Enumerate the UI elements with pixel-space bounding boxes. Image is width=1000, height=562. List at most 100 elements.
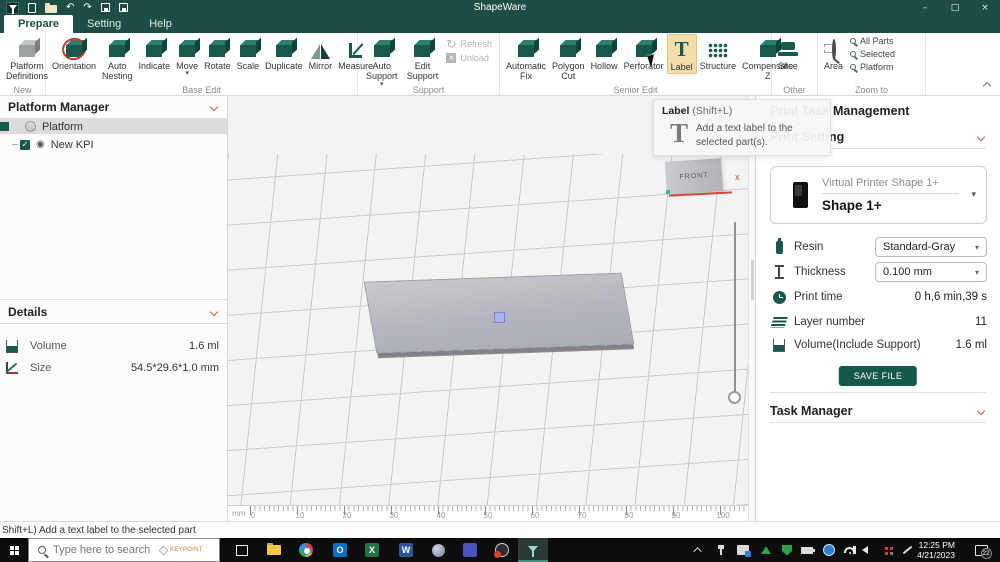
scale-button[interactable]: Scale	[234, 34, 263, 72]
tray-snip[interactable]	[734, 538, 752, 562]
zoom-platform-button[interactable]: Platform	[850, 62, 895, 72]
tray-upload[interactable]	[757, 538, 775, 562]
undo-icon[interactable]: ↶	[66, 2, 74, 14]
open-file-icon[interactable]	[45, 5, 57, 13]
status-bar: Shift+L) Add a text label to the selecte…	[0, 521, 1000, 538]
details-header[interactable]: Details	[0, 301, 227, 324]
outlook-button[interactable]: O	[326, 538, 354, 562]
start-button[interactable]	[0, 538, 28, 562]
eye-icon[interactable]: ◉	[36, 139, 45, 150]
model-selection-handle[interactable]	[494, 312, 505, 323]
tray-volume[interactable]	[856, 538, 874, 562]
label-button[interactable]: T Label	[667, 34, 697, 74]
splitter-handle[interactable]	[751, 260, 754, 300]
perforator-button[interactable]: Perforator	[621, 34, 667, 72]
tree-row-platform[interactable]: Platform	[0, 119, 227, 134]
view-cube[interactable]: FRONT	[665, 158, 723, 195]
save-icon[interactable]	[101, 3, 110, 12]
move-caret-icon[interactable]: ▾	[185, 71, 189, 76]
area-zoom-button[interactable]: Area	[821, 34, 846, 72]
save-all-icon[interactable]	[119, 3, 128, 12]
excel-button[interactable]: X	[358, 538, 386, 562]
rotate-button[interactable]: Rotate	[201, 34, 234, 72]
tray-sync-app[interactable]	[820, 538, 838, 562]
tray-expand-button[interactable]	[690, 538, 708, 562]
battery-icon	[801, 547, 813, 554]
ruler-label: 60	[531, 511, 540, 520]
viewport-3d[interactable]: FRONT x mm 0 10 20 30 40 50 60 70 80 90 …	[228, 96, 748, 521]
maximize-button[interactable]: □	[940, 0, 970, 15]
tray-antivirus[interactable]	[778, 538, 796, 562]
panel-splitter[interactable]	[748, 96, 755, 521]
printer-name: Virtual Printer Shape 1+	[822, 177, 959, 194]
mirror-button[interactable]: Mirror	[306, 34, 336, 72]
tray-battery[interactable]	[798, 538, 816, 562]
z-height-knob[interactable]	[728, 391, 741, 404]
hollow-icon	[596, 45, 612, 57]
taskbar-clock[interactable]: 12:25 PM 4/21/2023	[917, 540, 955, 560]
tab-setting[interactable]: Setting	[73, 15, 135, 33]
chevron-down-icon[interactable]	[210, 308, 218, 316]
word-button[interactable]: W	[392, 538, 420, 562]
indicate-button[interactable]: Indicate	[136, 34, 174, 72]
platform-manager-header[interactable]: Platform Manager	[0, 96, 227, 119]
slice-button[interactable]: Slice	[775, 34, 801, 72]
unload-button[interactable]: × Unload	[446, 53, 492, 63]
task-manager-header[interactable]: Task Manager	[756, 394, 1000, 422]
teams-button[interactable]	[456, 538, 484, 562]
expander-icon[interactable]	[0, 122, 9, 131]
duplicate-button[interactable]: Duplicate	[262, 34, 306, 72]
redo-icon[interactable]: ↷	[83, 2, 91, 14]
resin-icon	[776, 241, 783, 254]
auto-nesting-button[interactable]: Auto Nesting	[99, 34, 136, 83]
automatic-fix-button[interactable]: Automatic Fix	[503, 34, 549, 83]
file-explorer-button[interactable]	[260, 538, 288, 562]
printer-selector[interactable]: Virtual Printer Shape 1+ Shape 1+ ▾	[770, 166, 987, 224]
zoom-all-parts-button[interactable]: All Parts	[850, 36, 895, 46]
tray-pin[interactable]	[712, 538, 730, 562]
edit-support-button[interactable]: Edit Support	[403, 34, 443, 83]
tab-help[interactable]: Help	[135, 15, 186, 33]
notification-center-button[interactable]: 22	[970, 538, 992, 562]
polygon-cut-button[interactable]: Polygon Cut	[549, 34, 588, 83]
search-input[interactable]	[53, 544, 158, 556]
close-button[interactable]: ×	[970, 0, 1000, 15]
z-height-indicator[interactable]	[734, 222, 736, 392]
minimize-button[interactable]: –	[910, 0, 940, 15]
new-file-icon[interactable]	[28, 3, 36, 13]
tray-app-grid[interactable]	[877, 538, 895, 562]
thickness-select[interactable]: 0.100 mm ▾	[875, 262, 987, 282]
chevron-down-icon[interactable]	[977, 133, 985, 141]
hollow-button[interactable]: Hollow	[588, 34, 621, 72]
orientation-button[interactable]: Orientation	[49, 34, 99, 72]
app-button[interactable]	[424, 538, 452, 562]
ribbon-group-other: Slice Other	[772, 33, 818, 95]
edit-support-icon	[414, 45, 430, 57]
platform-definitions-button[interactable]: Platform Definitions	[3, 34, 51, 83]
taskbar-search[interactable]: KEYPOINT	[28, 538, 220, 562]
auto-support-button[interactable]: Auto Support ▾	[361, 34, 403, 88]
shapeware-taskbar-button[interactable]	[518, 538, 548, 562]
refresh-button[interactable]: ↻ Refresh	[446, 38, 492, 50]
chevron-down-icon[interactable]	[210, 103, 218, 111]
volume-row: Volume 1.6 ml	[0, 336, 227, 356]
size-row: Size 54.5*29.6*1.0 mm	[0, 358, 227, 378]
visibility-checkbox[interactable]: ✓	[20, 140, 30, 150]
chevron-down-icon: ▾	[975, 243, 979, 252]
chrome-button[interactable]	[292, 538, 320, 562]
tray-pen[interactable]	[898, 538, 916, 562]
tree-row-new-kpi[interactable]: ✓ ◉ New KPI	[0, 137, 227, 152]
chevron-down-icon: ▾	[975, 268, 979, 277]
move-button[interactable]: Move ▾	[173, 34, 201, 77]
zoom-selected-button[interactable]: Selected	[850, 49, 895, 59]
chevron-down-icon[interactable]: ▾	[971, 190, 986, 200]
collapse-ribbon-icon[interactable]	[983, 82, 991, 90]
left-panel: Platform Manager Platform ✓ ◉ New KPI De…	[0, 96, 228, 521]
resin-select[interactable]: Standard-Gray ▾	[875, 237, 987, 257]
save-file-button[interactable]: SAVE FILE	[839, 366, 917, 386]
task-view-button[interactable]	[228, 538, 256, 562]
recorder-button[interactable]	[488, 538, 516, 562]
structure-button[interactable]: Structure	[697, 34, 740, 72]
tab-prepare[interactable]: Prepare	[4, 15, 73, 33]
chevron-down-icon[interactable]	[977, 407, 985, 415]
